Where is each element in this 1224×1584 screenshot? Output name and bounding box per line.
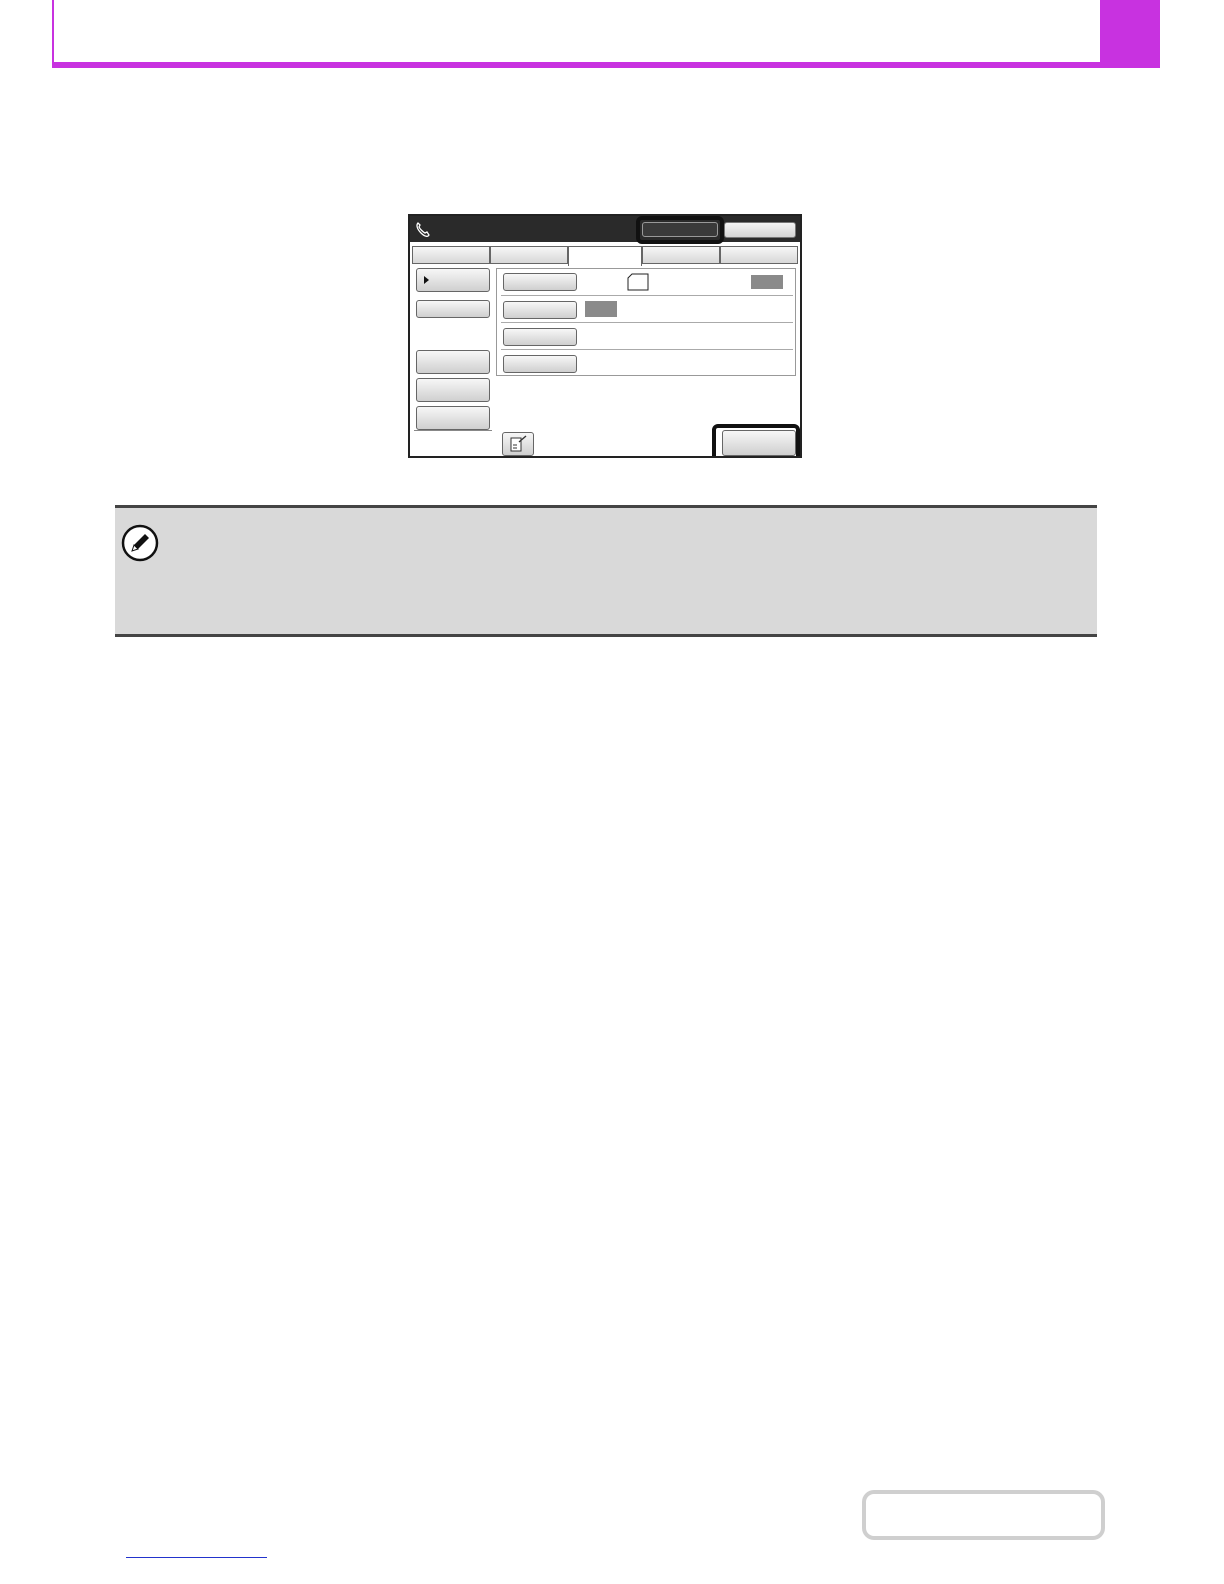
- tab-2[interactable]: [490, 246, 568, 264]
- selected-arrow-icon: [424, 276, 429, 284]
- row-divider: [501, 295, 793, 296]
- footer-link[interactable]: [126, 1557, 267, 1558]
- tab-5[interactable]: [720, 246, 798, 264]
- header-left-rule: [52, 0, 54, 66]
- tab-1[interactable]: [412, 246, 490, 264]
- tab-3[interactable]: [568, 246, 642, 266]
- status-indicator-1: [751, 275, 783, 289]
- screen-top-bar: [410, 216, 800, 244]
- paper-portrait-icon: [627, 273, 649, 291]
- topbar-button-2[interactable]: [724, 222, 796, 238]
- setting-row-button-2[interactable]: [503, 301, 577, 319]
- setting-row-button-1[interactable]: [503, 273, 577, 291]
- tab-4[interactable]: [642, 246, 720, 264]
- row-divider: [501, 349, 793, 350]
- side-button-4[interactable]: [416, 378, 490, 402]
- side-divider: [414, 430, 492, 431]
- side-button-3[interactable]: [416, 350, 490, 374]
- setting-row-button-3[interactable]: [503, 328, 577, 346]
- highlight-frame-topbar: [636, 216, 724, 244]
- setting-row-button-4[interactable]: [503, 355, 577, 373]
- side-button-2[interactable]: [416, 300, 490, 318]
- settings-panel: [496, 268, 796, 376]
- touch-panel-screen-illustration: [408, 214, 802, 458]
- status-indicator-2: [585, 301, 617, 317]
- highlight-frame-ok: [712, 424, 800, 456]
- phone-icon: [416, 222, 430, 237]
- pencil-note-icon: [121, 524, 159, 562]
- document-edit-button[interactable]: [502, 432, 534, 456]
- contents-button[interactable]: [862, 1490, 1105, 1540]
- side-button-5[interactable]: [416, 406, 490, 430]
- note-box: [115, 505, 1097, 637]
- document-edit-icon: [510, 435, 527, 452]
- header-rule: [52, 62, 1160, 68]
- row-divider: [501, 322, 793, 323]
- chapter-tab: [1100, 0, 1160, 68]
